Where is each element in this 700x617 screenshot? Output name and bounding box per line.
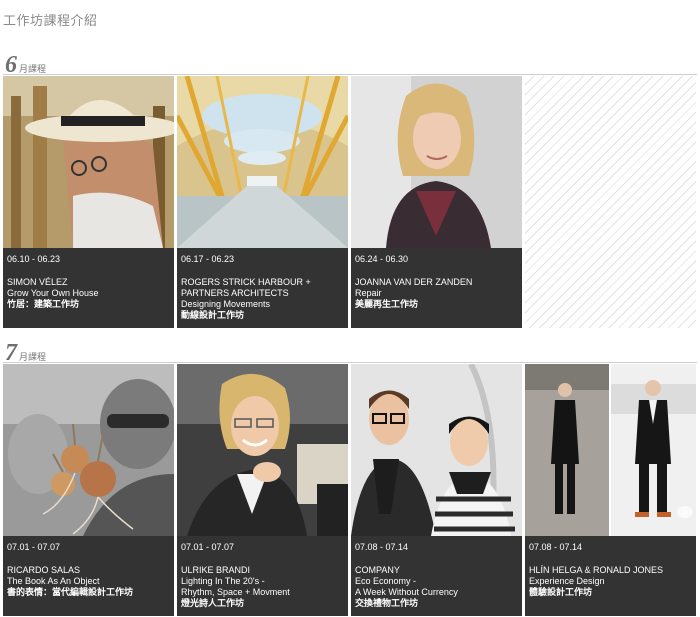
course-date: 06.24 - 06.30 — [355, 254, 409, 264]
course-chinese-title: 體驗設計工作坊 — [529, 587, 593, 597]
airport-terminal-architecture-icon[interactable] — [177, 76, 348, 248]
course-chinese-title: 美麗再生工作坊 — [355, 299, 419, 309]
course-date: 07.01 - 07.07 — [181, 542, 235, 552]
course-text-line: Grow Your Own House — [7, 288, 99, 298]
page-title: 工作坊課程介紹 — [3, 13, 98, 28]
course-text-line: A Week Without Currency — [355, 587, 458, 597]
course-date: 06.17 - 06.23 — [181, 254, 235, 264]
course-card-simon-velez[interactable]: 06.10 - 06.23 SIMON VÉLEZ Grow Your Own … — [3, 76, 174, 328]
course-chinese-title: 交換禮物工作坊 — [355, 598, 419, 608]
person-portrait-woman-smiling-icon[interactable] — [177, 364, 348, 536]
section-divider — [3, 362, 697, 363]
course-info: 06.24 - 06.30 JOANNA VAN DER ZANDEN Repa… — [351, 248, 522, 328]
course-text-line: JOANNA VAN DER ZANDEN — [355, 277, 473, 287]
section-divider — [3, 74, 697, 75]
two-people-standing-icon[interactable] — [525, 364, 696, 536]
person-portrait-straw-hat-icon[interactable] — [3, 76, 174, 248]
empty-slot-placeholder — [525, 76, 696, 328]
course-info: 07.01 - 07.07 ULRIKE BRANDI Lighting In … — [177, 536, 348, 616]
course-text-line: RICARDO SALAS — [7, 565, 81, 575]
course-info: 06.17 - 06.23 ROGERS STRICK HARBOUR + PA… — [177, 248, 348, 328]
course-text-line: The Book As An Object — [7, 576, 100, 586]
course-text-line: Eco Economy - — [355, 576, 417, 586]
person-holding-onions-icon[interactable] — [3, 364, 174, 536]
course-date: 07.08 - 07.14 — [529, 542, 583, 552]
person-portrait-woman-blonde-icon[interactable] — [351, 76, 522, 248]
course-card-hlin-helga-ronald-jones[interactable]: 07.08 - 07.14 HLÍN HELGA & RONALD JONES … — [525, 364, 696, 616]
course-date: 07.08 - 07.14 — [355, 542, 409, 552]
course-text-line: Rhythm, Space + Movment — [181, 587, 290, 597]
course-text-line: Repair — [355, 288, 382, 298]
course-info: 06.10 - 06.23 SIMON VÉLEZ Grow Your Own … — [3, 248, 174, 328]
course-card-ulrike-brandi[interactable]: 07.01 - 07.07 ULRIKE BRANDI Lighting In … — [177, 364, 348, 616]
course-text-line: HLÍN HELGA & RONALD JONES — [529, 565, 664, 575]
course-text-line: Experience Design — [529, 576, 605, 586]
course-text-line: COMPANY — [355, 565, 400, 575]
course-info: 07.08 - 07.14 COMPANY Eco Economy - A We… — [351, 536, 522, 616]
course-text-line: ULRIKE BRANDI — [181, 565, 251, 575]
course-card-rogers-strick-harbour[interactable]: 06.17 - 06.23 ROGERS STRICK HARBOUR + PA… — [177, 76, 348, 328]
course-text-line: ROGERS STRICK HARBOUR + — [181, 277, 311, 287]
month-unit: 月課程 — [19, 64, 47, 74]
two-people-portrait-icon[interactable] — [351, 364, 522, 536]
course-date: 07.01 - 07.07 — [7, 542, 61, 552]
course-info: 07.08 - 07.14 HLÍN HELGA & RONALD JONES … — [525, 536, 696, 616]
month-unit: 月課程 — [19, 352, 47, 362]
course-chinese-title: 書的表情：當代編輯設計工作坊 — [7, 587, 134, 597]
course-text-line: PARTNERS ARCHITECTS — [181, 288, 289, 298]
course-chinese-title: 動線設計工作坊 — [181, 310, 245, 320]
course-card-company[interactable]: 07.08 - 07.14 COMPANY Eco Economy - A We… — [351, 364, 522, 616]
course-chinese-title: 竹居：建築工作坊 — [7, 299, 80, 309]
course-card-joanna-van-der-zanden[interactable]: 06.24 - 06.30 JOANNA VAN DER ZANDEN Repa… — [351, 76, 522, 328]
course-text-line: Lighting In The 20's - — [181, 576, 265, 586]
course-text-line: SIMON VÉLEZ — [7, 277, 68, 287]
course-text-line: Designing Movements — [181, 299, 271, 309]
course-info: 07.01 - 07.07 RICARDO SALAS The Book As … — [3, 536, 174, 616]
course-chinese-title: 燈光詩人工作坊 — [181, 598, 245, 608]
course-date: 06.10 - 06.23 — [7, 254, 61, 264]
course-card-ricardo-salas[interactable]: 07.01 - 07.07 RICARDO SALAS The Book As … — [3, 364, 174, 616]
